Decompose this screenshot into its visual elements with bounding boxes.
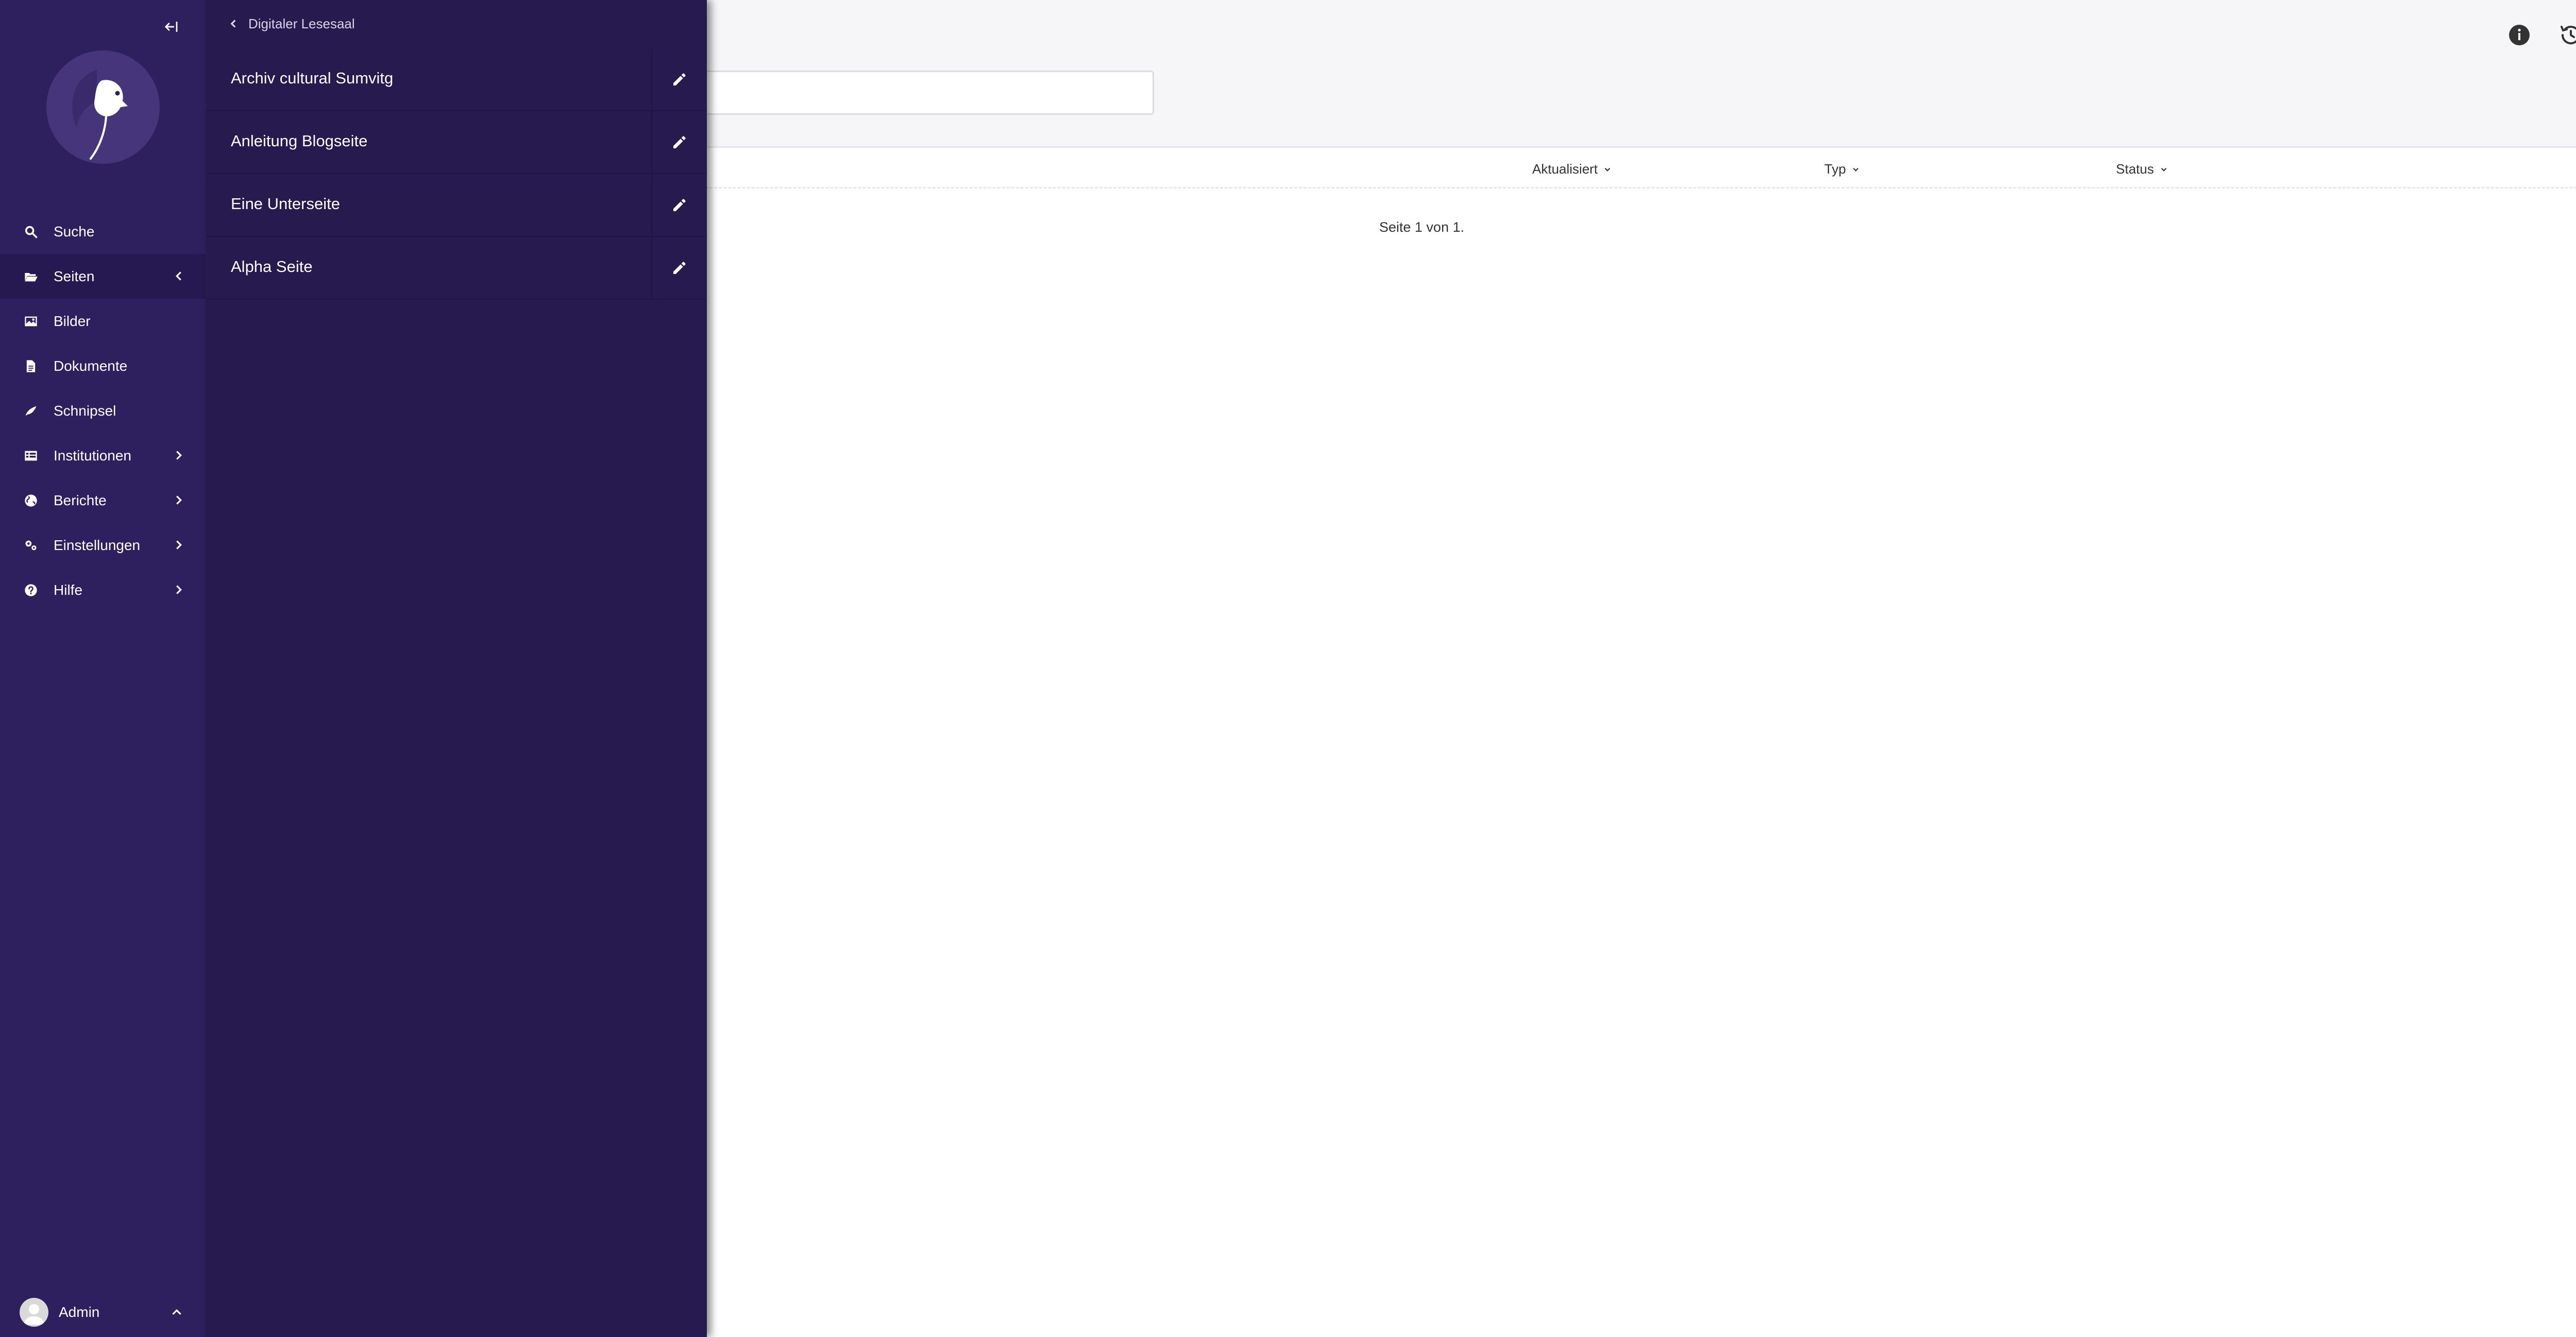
- edit-page-button[interactable]: [651, 174, 707, 236]
- image-icon: [23, 313, 39, 330]
- page-explorer: Digitaler Lesesaal Archiv cultural Sumvi…: [206, 0, 707, 1337]
- avatar: [20, 1298, 48, 1327]
- snippet-icon: [23, 403, 39, 419]
- explorer-page-row: Eine Unterseite: [206, 174, 707, 237]
- folder-open-icon: [23, 268, 39, 285]
- explorer-page-row: Alpha Seite: [206, 237, 707, 300]
- chevron-right-icon: [176, 495, 182, 505]
- help-icon: [23, 582, 39, 598]
- sidebar-item-label: Seiten: [54, 268, 95, 284]
- chevron-right-icon: [176, 540, 182, 550]
- sidebar-item-help[interactable]: Hilfe: [0, 568, 206, 612]
- explorer-page-title[interactable]: Alpha Seite: [231, 258, 313, 276]
- sidebar-item-label: Einstellungen: [54, 537, 141, 553]
- pencil-icon: [673, 136, 686, 148]
- pencil-icon: [673, 73, 686, 85]
- wagtail-logo[interactable]: [45, 49, 161, 165]
- column-label: Status: [2116, 161, 2154, 177]
- sidebar-item-label: Institutionen: [54, 447, 131, 464]
- search-icon: [23, 224, 39, 240]
- explorer-page-title[interactable]: Archiv cultural Sumvitg: [231, 69, 393, 88]
- edit-page-button[interactable]: [651, 48, 707, 110]
- column-updated[interactable]: Aktualisiert: [1532, 161, 1612, 177]
- search-input[interactable]: [670, 71, 1154, 115]
- explorer-page-row: Anleitung Blogseite: [206, 111, 707, 174]
- main-menu: Suche Seiten Bilder Dokumente Schnipsel …: [0, 209, 206, 612]
- globe-icon: [23, 492, 39, 509]
- user-name: Admin: [59, 1304, 100, 1320]
- sidebar-item-label: Bilder: [54, 313, 91, 329]
- sidebar-item-label: Suche: [54, 223, 95, 239]
- pencil-icon: [673, 199, 686, 211]
- sidebar-item-snippets[interactable]: Schnipsel: [0, 388, 206, 433]
- chevron-down-icon: [2161, 167, 2167, 172]
- collapse-icon: [164, 21, 178, 32]
- column-type[interactable]: Typ: [1824, 161, 1860, 177]
- explorer-page-row: Archiv cultural Sumvitg: [206, 48, 707, 111]
- sidebar-item-settings[interactable]: Einstellungen: [0, 523, 206, 568]
- document-icon: [23, 358, 39, 374]
- chevron-right-icon: [176, 585, 182, 594]
- column-status[interactable]: Status: [2116, 161, 2168, 177]
- sidebar: Suche Seiten Bilder Dokumente Schnipsel …: [0, 0, 206, 1337]
- chevron-left-icon: [176, 271, 181, 281]
- explorer-page-title[interactable]: Anleitung Blogseite: [231, 132, 367, 150]
- chevron-right-icon: [176, 451, 182, 460]
- sidebar-item-images[interactable]: Bilder: [0, 299, 206, 344]
- chevron-left-icon: [230, 20, 236, 28]
- chevron-down-icon: [1604, 167, 1611, 172]
- sidebar-item-label: Hilfe: [54, 581, 83, 598]
- explorer-back-link[interactable]: Digitaler Lesesaal: [227, 11, 355, 36]
- sidebar-item-label: Dokumente: [54, 357, 128, 374]
- pagination-text: Seite 1 von 1.: [1379, 219, 1465, 235]
- cogs-icon: [23, 537, 39, 554]
- chevron-up-icon: [172, 1309, 181, 1315]
- sidebar-item-pages[interactable]: Seiten: [0, 254, 206, 299]
- sidebar-item-label: Berichte: [54, 492, 107, 508]
- sidebar-item-label: Schnipsel: [54, 402, 116, 419]
- column-label: Typ: [1824, 161, 1846, 177]
- collapse-sidebar-button[interactable]: [161, 16, 182, 37]
- sidebar-item-institutions[interactable]: Institutionen: [0, 433, 206, 478]
- chevron-down-icon: [1853, 167, 1859, 172]
- edit-page-button[interactable]: [651, 111, 707, 173]
- sidebar-item-reports[interactable]: Berichte: [0, 478, 206, 523]
- sidebar-item-documents[interactable]: Dokumente: [0, 344, 206, 388]
- column-label: Aktualisiert: [1532, 161, 1598, 177]
- edit-page-button[interactable]: [651, 237, 707, 299]
- history-icon[interactable]: [2558, 23, 2576, 47]
- account-menu-button[interactable]: Admin: [0, 1288, 206, 1337]
- explorer-parent-title: Digitaler Lesesaal: [248, 15, 355, 31]
- explorer-page-title[interactable]: Eine Unterseite: [231, 195, 340, 213]
- info-icon[interactable]: [2507, 23, 2532, 47]
- table-icon: [23, 448, 39, 464]
- sidebar-item-search[interactable]: Suche: [0, 209, 206, 254]
- pencil-icon: [673, 262, 686, 274]
